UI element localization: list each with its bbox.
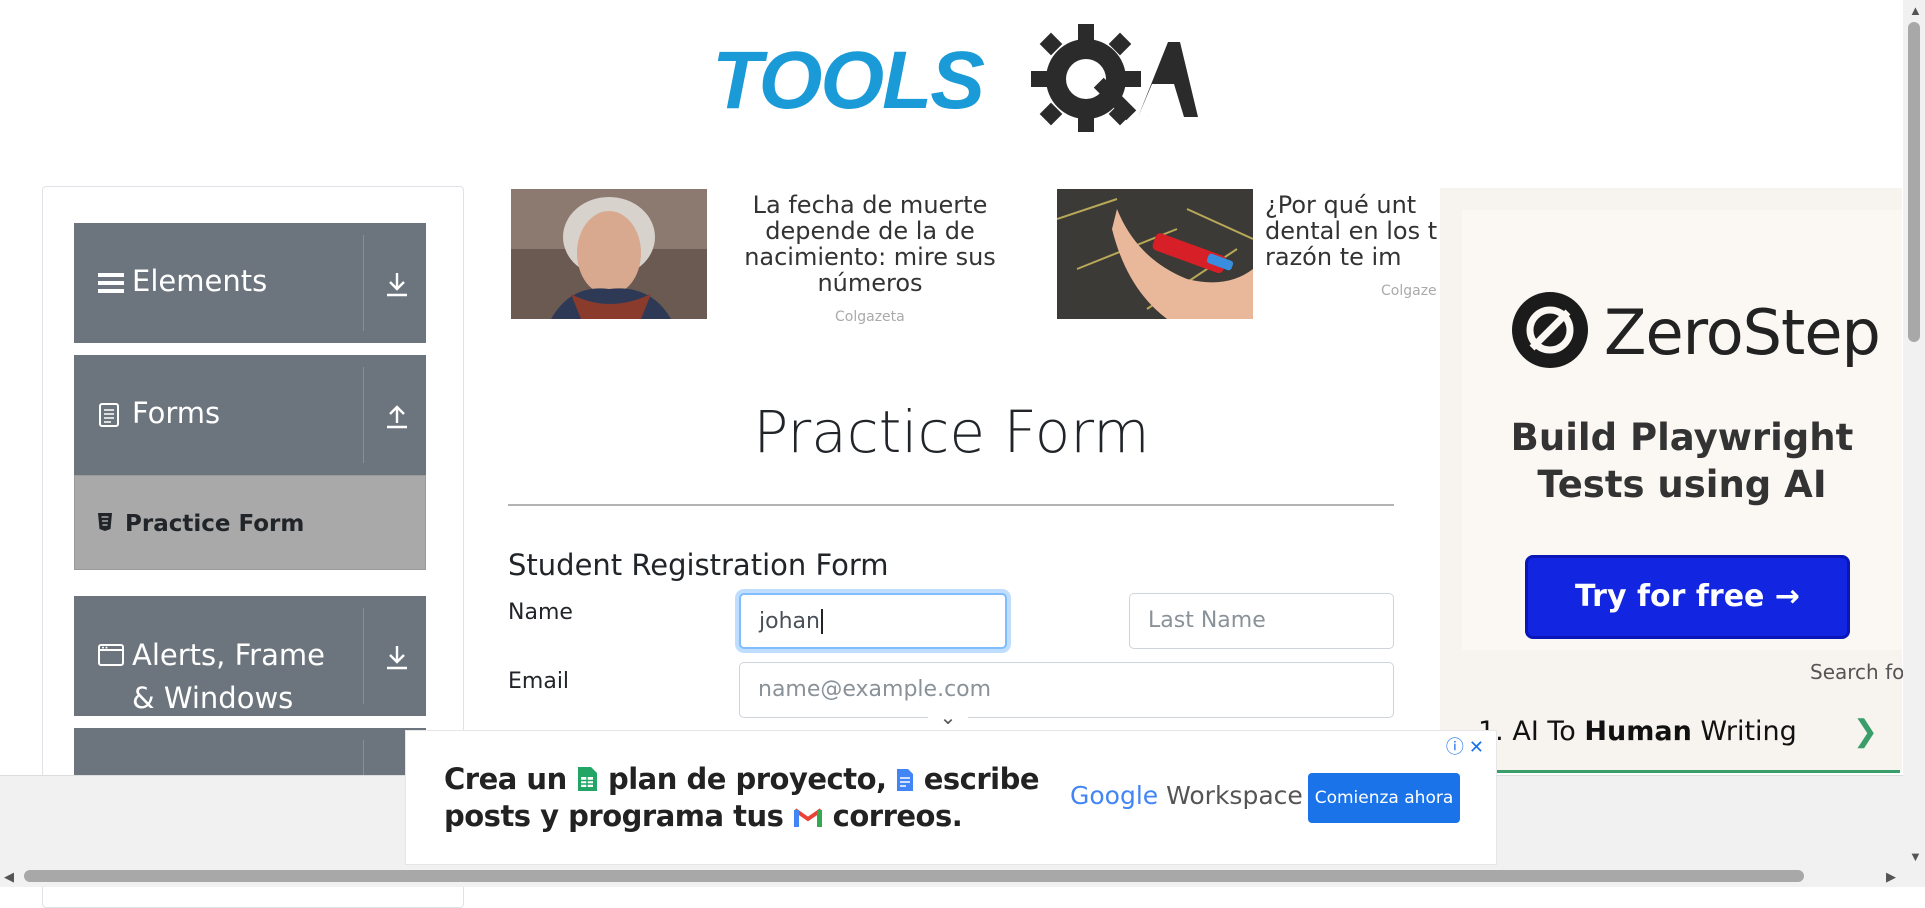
- email-label: Email: [508, 669, 570, 694]
- google-workspace-brand: Google Workspace: [1070, 781, 1303, 810]
- form-heading: Student Registration Form: [508, 548, 889, 582]
- sidebar-group-elements[interactable]: Elements: [74, 223, 426, 343]
- ad-choices-icon[interactable]: ⓘ ✕: [1446, 733, 1484, 759]
- logo-a: [1138, 42, 1198, 117]
- sidebar-item-label: Practice Form: [125, 511, 305, 537]
- first-name-input[interactable]: johan: [739, 593, 1007, 649]
- sidebar-group-label: Alerts, Frame & Windows: [132, 638, 325, 715]
- scrollbar-thumb[interactable]: [1908, 22, 1920, 342]
- google-workspace-ad[interactable]: Crea un plan de proyecto, escribe posts …: [405, 730, 1497, 865]
- divider: [363, 608, 364, 704]
- divider: [363, 367, 364, 463]
- download-arrow-icon[interactable]: [382, 269, 412, 299]
- search-result-text: 1. AI To Human Writing: [1478, 716, 1797, 747]
- html-badge-icon: [98, 513, 112, 531]
- last-name-placeholder: Last Name: [1148, 608, 1266, 633]
- email-placeholder: name@example.com: [758, 677, 992, 702]
- zerostep-ad-card: ZeroStep Build Playwright Tests using AI…: [1462, 210, 1902, 650]
- text-cursor: [820, 609, 823, 634]
- sponsored-image-toothpaste-foot[interactable]: [1057, 189, 1253, 319]
- zerostep-brand: ZeroStep: [1604, 296, 1881, 369]
- zerostep-ad[interactable]: ZeroStep Build Playwright Tests using AI…: [1440, 188, 1902, 772]
- scrollbar-thumb[interactable]: [24, 870, 1804, 882]
- try-for-free-button[interactable]: Try for free →: [1525, 555, 1850, 639]
- comienza-ahora-button[interactable]: Comienza ahora: [1308, 773, 1460, 823]
- chevron-right-icon: ❯: [1852, 715, 1878, 748]
- upload-arrow-icon[interactable]: [382, 401, 412, 431]
- sidebar-group-label: Forms: [132, 396, 221, 430]
- ad-copy: Crea un plan de proyecto, escribe posts …: [444, 762, 1040, 833]
- page-title: Practice Form: [753, 398, 1150, 466]
- divider: [363, 235, 364, 331]
- divider: [508, 504, 1394, 506]
- name-label: Name: [508, 600, 573, 625]
- scroll-down-icon[interactable]: ▼: [1909, 849, 1922, 864]
- google-docs-icon: [897, 769, 914, 791]
- scroll-up-icon[interactable]: ▲: [1909, 3, 1922, 18]
- logo-text: TOOLS: [712, 35, 985, 126]
- search-for-label: Search fo: [1810, 660, 1905, 684]
- scroll-right-icon[interactable]: ▶: [1886, 869, 1896, 885]
- email-input[interactable]: name@example.com: [739, 662, 1394, 718]
- gmail-icon: [793, 808, 823, 827]
- sponsored-source: Colgazeta: [835, 309, 905, 325]
- download-arrow-icon[interactable]: [382, 642, 412, 672]
- first-name-value: johan: [759, 609, 820, 634]
- sidebar-group-alerts[interactable]: Alerts, Frame & Windows: [74, 596, 426, 716]
- zerostep-tagline: Build Playwright Tests using AI: [1510, 416, 1854, 506]
- sponsored-headline[interactable]: La fecha de muerte depende de la de naci…: [740, 192, 1000, 296]
- sponsored-source: Colgaze: [1381, 283, 1437, 299]
- sponsored-image-elderly-woman[interactable]: [511, 189, 707, 319]
- search-result-link[interactable]: 1. AI To Human Writing ❯: [1460, 700, 1900, 773]
- window-icon: [98, 644, 124, 666]
- document-icon: [99, 403, 119, 427]
- svg-text:A: A: [1148, 115, 1149, 118]
- toolsqa-logo[interactable]: TOOLS A: [712, 22, 1198, 137]
- horizontal-scrollbar[interactable]: ◀ ▶: [0, 865, 1925, 887]
- google-sheets-icon: [578, 767, 598, 791]
- hamburger-icon: [98, 273, 124, 293]
- scroll-left-icon[interactable]: ◀: [4, 869, 14, 885]
- sidebar-item-practice-form[interactable]: Practice Form: [74, 475, 426, 570]
- gear-q-icon: A: [1031, 24, 1198, 132]
- zerostep-logo-icon: [1512, 292, 1588, 368]
- sponsored-headline[interactable]: ¿Por qué unt dental en los t razón te im: [1265, 192, 1440, 270]
- sidebar-group-label: Elements: [132, 264, 268, 298]
- vertical-scrollbar[interactable]: ▲ ▼: [1903, 0, 1925, 865]
- last-name-input[interactable]: Last Name: [1129, 593, 1394, 649]
- collapse-chevron-icon[interactable]: ⌄: [928, 708, 968, 732]
- sidebar-group-forms[interactable]: Forms: [74, 355, 426, 475]
